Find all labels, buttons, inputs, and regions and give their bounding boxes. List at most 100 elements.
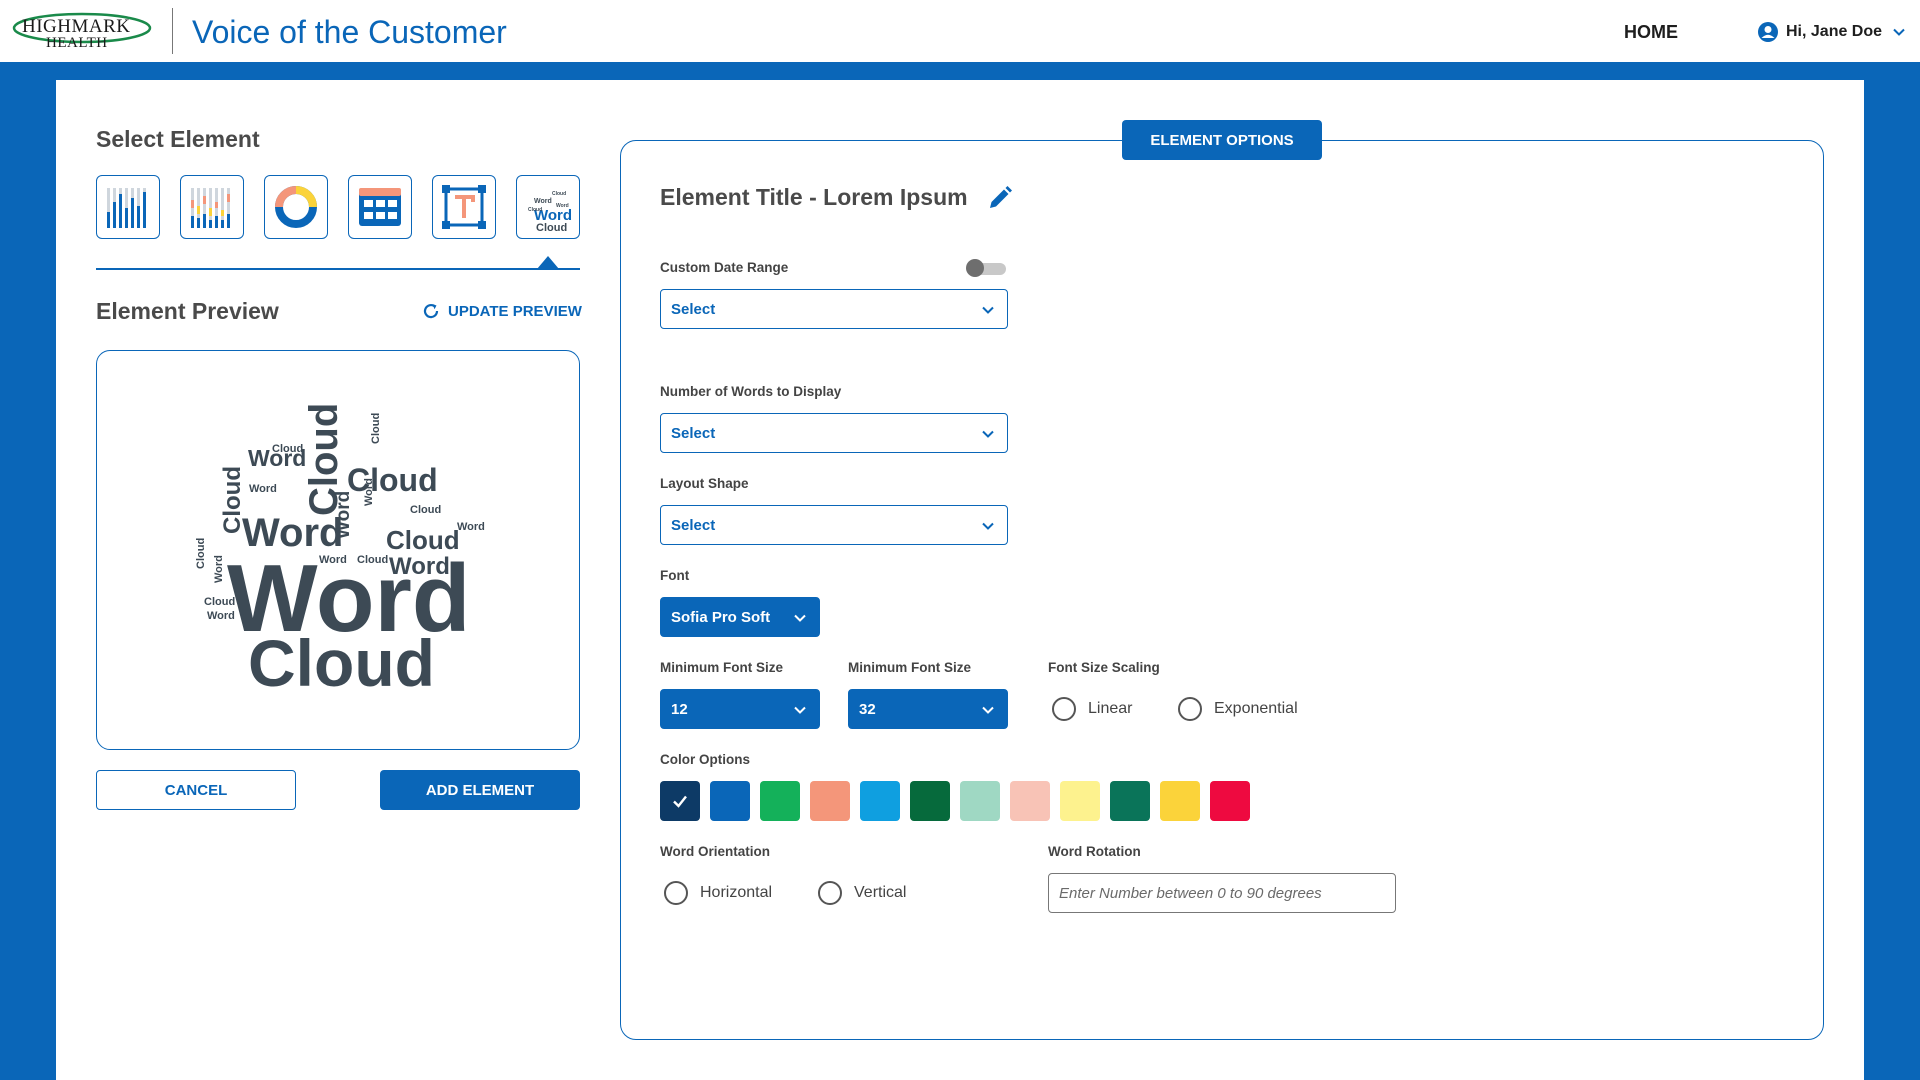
word-cloud-word: Cloud <box>347 462 438 498</box>
update-preview-button[interactable]: UPDATE PREVIEW <box>422 302 582 320</box>
date-range-select[interactable]: Select <box>660 289 1008 329</box>
word-rotation-input[interactable] <box>1048 873 1396 913</box>
word-cloud-word: Word <box>333 491 354 539</box>
orientation-vertical-label: Vertical <box>854 884 907 901</box>
user-avatar-icon <box>1758 22 1778 42</box>
user-menu[interactable]: Hi, Jane Doe <box>1758 22 1906 42</box>
color-swatch[interactable] <box>660 781 700 821</box>
element-type-word-cloud[interactable]: Word Cloud Word Cloud Cloud Word <box>516 175 580 239</box>
num-words-select-value: Select <box>671 424 716 442</box>
num-words-label: Number of Words to Display <box>660 384 842 399</box>
orientation-vertical-radio[interactable]: Vertical <box>818 881 906 905</box>
color-swatch[interactable] <box>910 781 950 821</box>
element-options-tab[interactable]: ELEMENT OPTIONS <box>1122 120 1322 160</box>
app-title: Voice of the Customer <box>192 14 507 50</box>
chevron-down-icon <box>982 306 994 314</box>
update-preview-label: UPDATE PREVIEW <box>448 302 582 320</box>
layout-shape-select[interactable]: Select <box>660 505 1008 545</box>
scaling-linear-radio[interactable]: Linear <box>1052 697 1132 721</box>
word-cloud-word: Cloud <box>410 504 441 516</box>
orientation-horizontal-radio[interactable]: Horizontal <box>664 881 772 905</box>
font-select-value: Sofia Pro Soft <box>671 608 771 626</box>
nav-home-link[interactable]: HOME <box>1624 22 1678 43</box>
color-swatch[interactable] <box>1210 781 1250 821</box>
edit-pencil-icon[interactable] <box>986 184 1014 212</box>
add-element-button[interactable]: ADD ELEMENT <box>380 770 580 810</box>
scaling-exponential-radio[interactable]: Exponential <box>1178 697 1298 721</box>
header-divider <box>172 8 173 54</box>
min-font-size-value: 12 <box>671 700 688 718</box>
text-box-icon <box>442 185 486 229</box>
svg-text:Word: Word <box>556 203 569 209</box>
refresh-icon <box>423 303 439 319</box>
element-preview-title: Element Preview <box>96 298 279 324</box>
svg-text:Word: Word <box>534 198 552 205</box>
custom-date-range-toggle[interactable] <box>966 259 1008 277</box>
svg-text:Cloud: Cloud <box>536 222 567 234</box>
color-swatch[interactable] <box>1010 781 1050 821</box>
toggle-knob <box>966 259 984 277</box>
cancel-button[interactable]: CANCEL <box>96 770 296 810</box>
element-type-bar-chart[interactable] <box>96 175 160 239</box>
font-label: Font <box>660 568 690 583</box>
chevron-down-icon <box>982 706 994 714</box>
color-swatch[interactable] <box>710 781 750 821</box>
element-type-donut-chart[interactable] <box>264 175 328 239</box>
bar-chart-icon <box>107 188 146 228</box>
checkmark-icon <box>673 795 687 808</box>
word-cloud-word: Cloud <box>248 626 435 700</box>
color-swatch[interactable] <box>1160 781 1200 821</box>
num-words-select[interactable]: Select <box>660 413 1008 453</box>
logo-text-health: HEALTH <box>46 35 108 51</box>
word-rotation-label: Word Rotation <box>1048 844 1141 859</box>
color-swatch[interactable] <box>810 781 850 821</box>
svg-text:Cloud: Cloud <box>528 207 542 213</box>
radio-circle <box>1052 697 1076 721</box>
element-title: Element Title - Lorem Ipsum <box>660 184 968 210</box>
layout-shape-select-value: Select <box>671 516 716 534</box>
scaling-exponential-label: Exponential <box>1214 700 1298 717</box>
word-cloud-word: Cloud <box>272 443 303 455</box>
font-size-scaling-label: Font Size Scaling <box>1048 660 1160 675</box>
word-cloud-preview: Word Cloud Word Cloud Cloud Word Word Cloud Clou… <box>96 350 580 750</box>
color-swatch[interactable] <box>1110 781 1150 821</box>
word-cloud-word: Cloud <box>204 596 235 608</box>
element-type-text-box[interactable] <box>432 175 496 239</box>
word-cloud-word: Cloud <box>357 554 388 566</box>
color-swatch[interactable] <box>760 781 800 821</box>
chevron-down-icon <box>794 614 806 622</box>
word-cloud-word: Word <box>457 521 485 533</box>
element-type-stacked-bar-chart[interactable] <box>180 175 244 239</box>
word-cloud-word: Word <box>319 554 347 566</box>
date-range-select-value: Select <box>671 300 716 318</box>
chevron-down-icon <box>794 706 806 714</box>
word-cloud-canvas: WordCloudWordCloudCloudWordWordCloudClou… <box>195 403 485 700</box>
user-greeting: Hi, Jane Doe <box>1786 23 1883 40</box>
highmark-health-logo[interactable]: HIGHMARK HEALTH <box>10 8 155 54</box>
word-orientation-label: Word Orientation <box>660 844 770 859</box>
max-font-size-select[interactable]: 32 <box>848 689 1008 729</box>
element-type-table[interactable] <box>348 175 412 239</box>
select-element-title: Select Element <box>96 126 260 152</box>
scaling-linear-label: Linear <box>1088 700 1133 717</box>
chevron-down-icon <box>982 430 994 438</box>
min-font-size-select[interactable]: 12 <box>660 689 820 729</box>
color-swatch[interactable] <box>960 781 1000 821</box>
selected-element-marker <box>537 256 559 269</box>
radio-circle <box>1178 697 1202 721</box>
color-swatch[interactable] <box>860 781 900 821</box>
max-font-size-label: Minimum Font Size <box>848 660 971 675</box>
word-cloud-word: Word <box>363 478 375 506</box>
word-cloud-word: Cloud <box>386 525 460 555</box>
top-header: HIGHMARK HEALTH Voice of the Customer HO… <box>0 0 1920 62</box>
word-cloud-word: Word <box>213 555 225 583</box>
donut-chart-icon <box>275 186 317 228</box>
color-swatch[interactable] <box>1060 781 1100 821</box>
word-cloud-word: Word <box>249 483 277 495</box>
orientation-horizontal-label: Horizontal <box>700 884 773 901</box>
element-selector-underline <box>96 268 580 270</box>
word-cloud-word: Word <box>207 610 235 622</box>
font-select[interactable]: Sofia Pro Soft <box>660 597 820 637</box>
custom-date-range-label: Custom Date Range <box>660 260 789 275</box>
chevron-down-icon <box>1893 28 1905 36</box>
